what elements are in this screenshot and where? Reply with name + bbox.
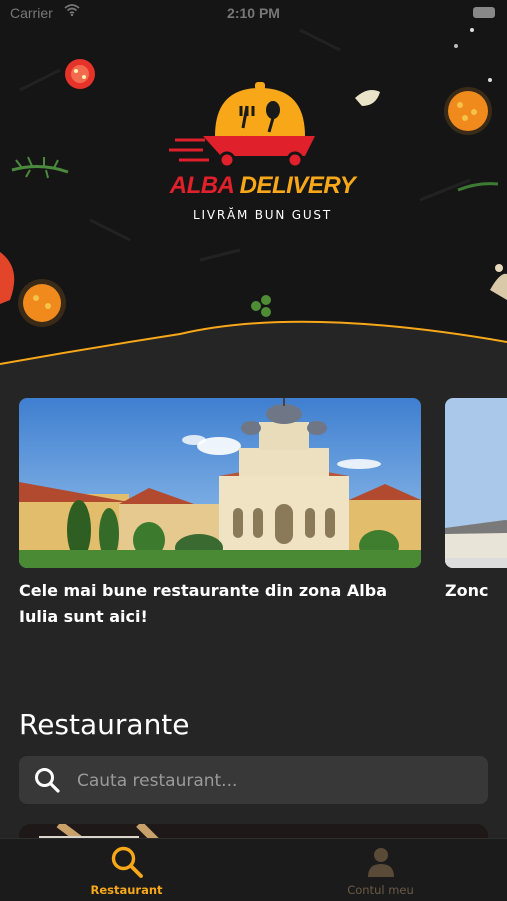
hero-banner: ALBA DELIVERY LIVRĂM BUN GUST [0,0,507,372]
status-time: 2:10 PM [227,5,280,21]
bowl-icon [444,87,492,135]
hero-wave-divider [0,320,507,372]
tab-contul-meu[interactable]: Contul meu [254,839,507,901]
status-bar: Carrier 2:10 PM [0,0,507,28]
user-icon [368,848,394,877]
delivery-dish-icon [169,82,315,169]
brand-logo: ALBA DELIVERY LIVRĂM BUN GUST [165,80,360,230]
promo-carousel[interactable]: Cele mai bune restaurante din zona Alba … [0,398,507,638]
search-bar[interactable] [19,756,488,806]
promo-card-title: Zonc [445,581,489,600]
restaurants-heading: Restaurante [19,708,190,741]
brand-name: ALBA DELIVERY [165,172,360,200]
brand-name-part2: DELIVERY [239,172,356,199]
promo-photo [445,398,507,568]
tomato-icon [65,59,95,89]
cathedral-photo [19,398,421,568]
search-icon [111,846,143,878]
promo-card[interactable]: Zonc [445,398,507,604]
tab-restaurant-label: Restaurant [90,883,163,897]
promo-card[interactable]: Cele mai bune restaurante din zona Alba … [19,398,421,630]
brand-name-part1: ALBA [169,172,234,199]
battery-icon [473,7,495,18]
promo-card-title: Cele mai bune restaurante din zona Alba … [19,581,388,626]
brand-tagline: LIVRĂM BUN GUST [193,208,332,222]
bottom-tab-bar: Restaurant Contul meu [0,838,507,901]
search-input[interactable] [75,756,479,806]
tab-restaurant[interactable]: Restaurant [0,839,253,901]
search-icon [35,768,60,793]
tab-contul-meu-label: Contul meu [347,883,414,897]
